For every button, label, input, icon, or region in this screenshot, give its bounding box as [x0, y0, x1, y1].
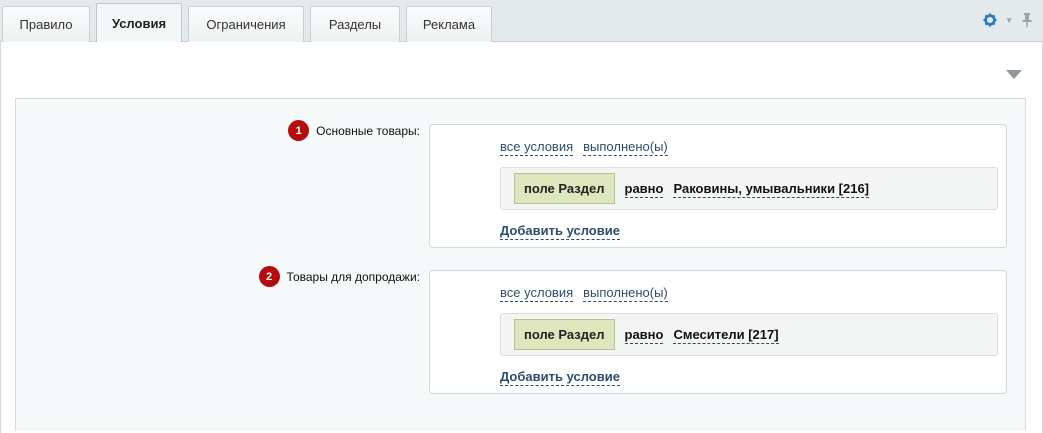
gear-icon[interactable] — [983, 13, 997, 27]
conditions-section: 1 Основные товары: все условия выполнено… — [15, 98, 1026, 431]
all-conditions-link[interactable]: все условия — [500, 138, 574, 156]
add-condition-link[interactable]: Добавить условие — [500, 222, 620, 240]
tab-bar: Правило Условия Ограничения Разделы Рекл… — [0, 0, 1043, 43]
field-section-button[interactable]: поле Раздел — [514, 173, 615, 204]
tab-label: Разделы — [328, 17, 382, 32]
condition-header: все условия выполнено(ы) — [500, 284, 668, 302]
operator-link[interactable]: равно — [624, 180, 664, 198]
step-badge: 2 — [258, 266, 280, 287]
tab-advertising[interactable]: Реклама — [406, 6, 492, 42]
pin-icon[interactable] — [1021, 12, 1033, 28]
group-label-text: Товары для допродажи: — [286, 269, 420, 284]
condition-box-upsell-products: все условия выполнено(ы) поле Раздел рав… — [429, 270, 1007, 394]
conditions-panel: 1 Основные товары: все условия выполнено… — [0, 42, 1043, 433]
tab-label: Условия — [111, 16, 167, 31]
field-section-button[interactable]: поле Раздел — [514, 319, 615, 350]
all-conditions-link[interactable]: все условия — [500, 284, 574, 302]
tab-label: Реклама — [422, 17, 476, 32]
value-link[interactable]: Раковины, умывальники [216] — [673, 180, 870, 198]
tab-label: Ограничения — [206, 17, 286, 32]
group-label-main-products: 1 Основные товары: — [288, 120, 420, 141]
tab-conditions[interactable]: Условия — [96, 3, 182, 43]
add-condition-link[interactable]: Добавить условие — [500, 368, 620, 386]
tab-sections[interactable]: Разделы — [310, 6, 400, 42]
condition-row: поле Раздел равно Раковины, умывальники … — [500, 167, 998, 210]
fulfilled-link[interactable]: выполнено(ы) — [583, 138, 668, 156]
triangle-down-icon[interactable] — [1006, 70, 1022, 79]
value-link[interactable]: Смесители [217] — [673, 326, 779, 344]
chevron-down-icon[interactable]: ▼ — [1005, 16, 1013, 25]
step-badge: 1 — [288, 120, 310, 141]
tab-restrictions[interactable]: Ограничения — [188, 6, 304, 42]
tab-rule[interactable]: Правило — [2, 6, 90, 42]
group-label-text: Основные товары: — [316, 123, 420, 138]
condition-header: все условия выполнено(ы) — [500, 138, 668, 156]
tab-label: Правило — [19, 17, 73, 32]
operator-link[interactable]: равно — [624, 326, 664, 344]
tab-tools: ▼ — [983, 12, 1033, 28]
group-label-upsell-products: 2 Товары для допродажи: — [258, 266, 420, 287]
condition-row: поле Раздел равно Смесители [217] — [500, 313, 998, 356]
fulfilled-link[interactable]: выполнено(ы) — [583, 284, 668, 302]
condition-box-main-products: все условия выполнено(ы) поле Раздел рав… — [429, 124, 1007, 248]
